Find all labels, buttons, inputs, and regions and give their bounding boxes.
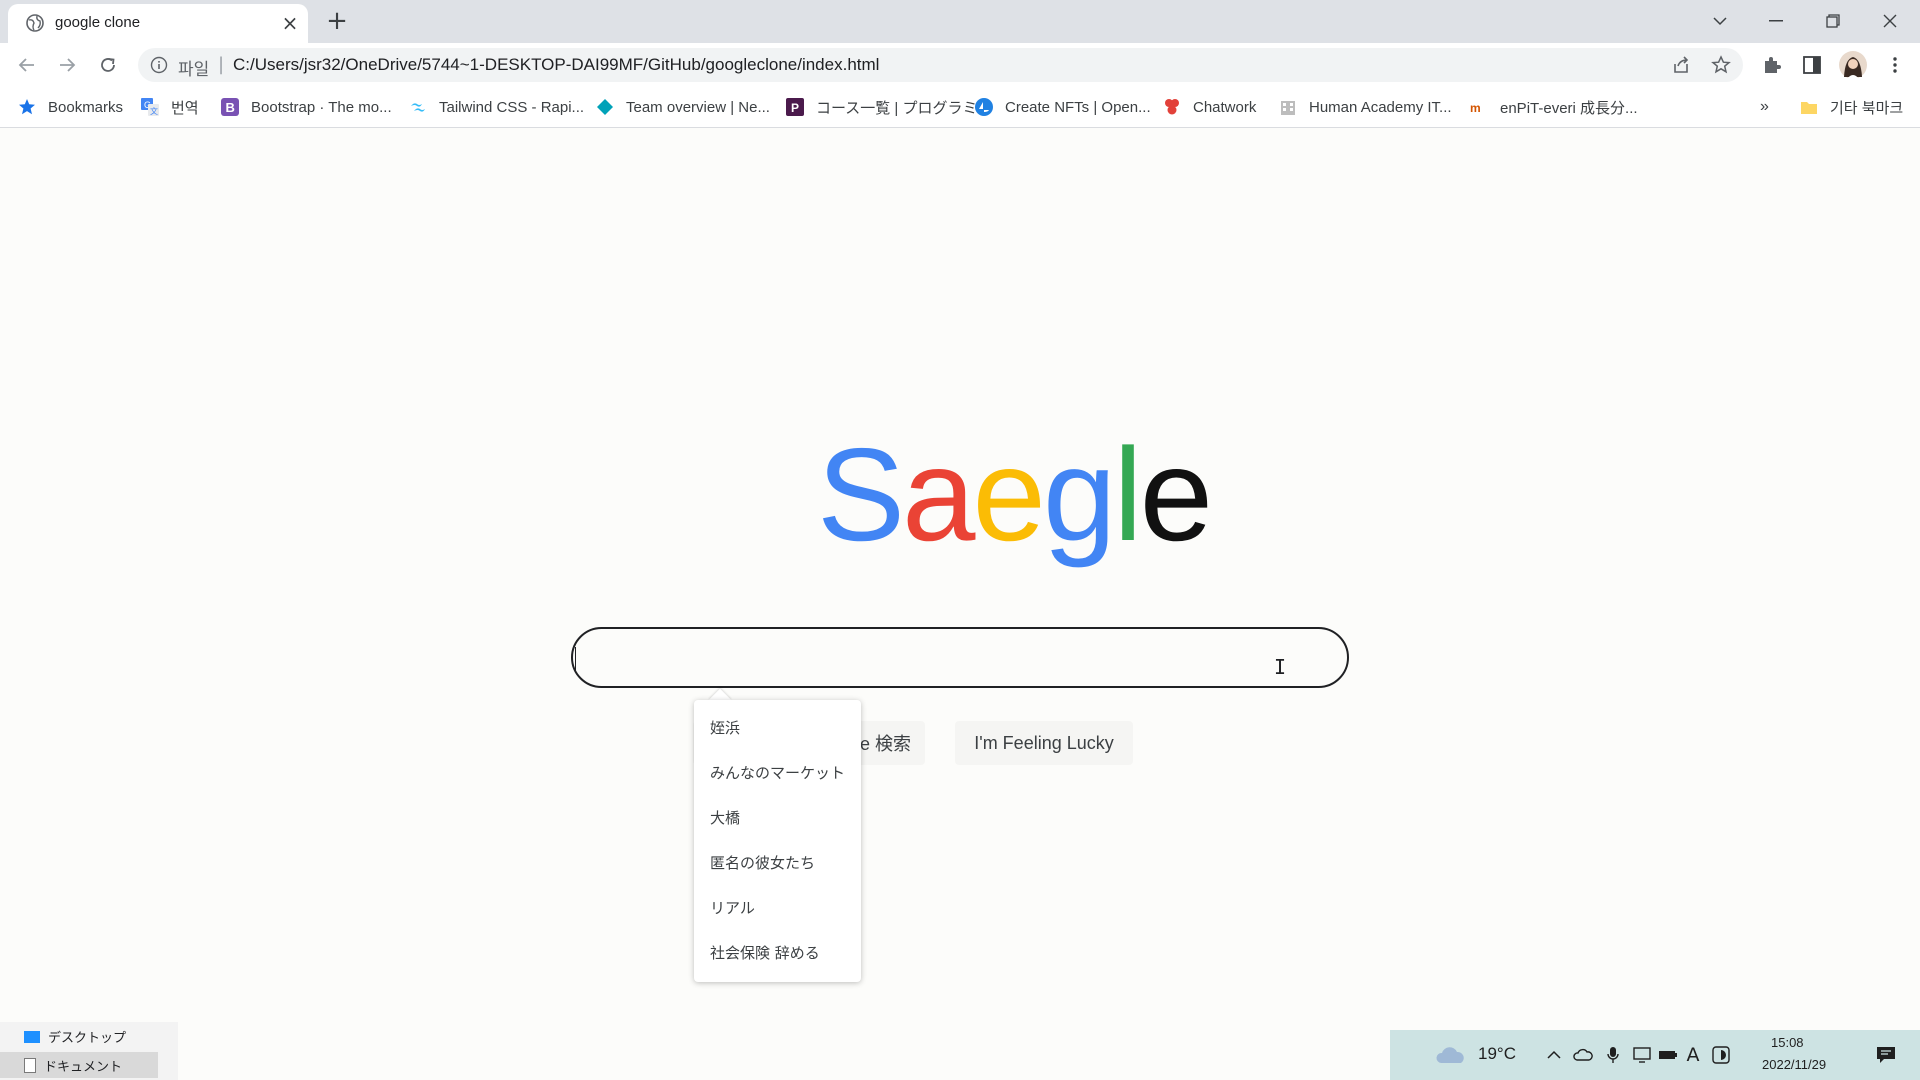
- ibeam-cursor-icon: I: [1274, 655, 1287, 679]
- bookmark-item[interactable]: P コース一覧 | プログラミ...: [786, 94, 990, 120]
- onedrive-icon[interactable]: [1573, 1045, 1593, 1065]
- new-tab-icon[interactable]: +: [323, 8, 351, 36]
- chatwork-icon: [1165, 99, 1179, 115]
- ime-suggestion-item[interactable]: みんなのマーケット: [710, 762, 845, 783]
- bookmark-item[interactable]: Team overview | Ne...: [596, 94, 770, 120]
- folder-icon: [1801, 102, 1817, 114]
- back-icon[interactable]: [13, 51, 41, 79]
- share-icon[interactable]: [1668, 52, 1694, 78]
- clock-time[interactable]: 15:08: [1771, 1035, 1804, 1050]
- microphone-icon[interactable]: [1603, 1045, 1623, 1065]
- tab-close-icon[interactable]: ×: [279, 12, 301, 34]
- logo-letter: S: [817, 421, 905, 568]
- documents-folder-item[interactable]: ドキュメント: [0, 1052, 158, 1078]
- search-input[interactable]: [571, 627, 1349, 688]
- bookmark-item[interactable]: G文 번역: [141, 94, 199, 120]
- forward-icon[interactable]: [53, 51, 81, 79]
- display-icon[interactable]: [1632, 1045, 1652, 1065]
- profile-avatar[interactable]: [1838, 50, 1868, 80]
- tab-search-icon[interactable]: [1700, 6, 1740, 36]
- ime-suggestion-list: 姪浜 みんなのマーケット 大橋 匿名の彼女たち リアル 社会保険 辞める: [694, 700, 861, 982]
- browser-toolbar: 파일 | C:/Users/jsr32/OneDrive/5744~1-DESK…: [0, 43, 1920, 86]
- url-separator: |: [218, 54, 225, 75]
- browser-tab[interactable]: google clone ×: [8, 4, 308, 43]
- ime-suggestion-item[interactable]: 匿名の彼女たち: [710, 852, 815, 873]
- site-logo: Saegle: [817, 420, 1213, 570]
- url-text[interactable]: C:/Users/jsr32/OneDrive/5744~1-DESKTOP-D…: [233, 55, 879, 75]
- ime-suggestion-item[interactable]: 大橋: [710, 807, 740, 828]
- close-window-icon[interactable]: [1870, 6, 1910, 36]
- restore-icon[interactable]: [1813, 6, 1853, 36]
- ime-mode-indicator[interactable]: A: [1683, 1044, 1703, 1066]
- other-bookmarks[interactable]: 기타 북마크: [1800, 94, 1903, 120]
- star-icon: [19, 99, 35, 115]
- opensea-icon: [975, 98, 993, 116]
- bookmark-item[interactable]: Create NFTs | Open...: [975, 94, 1151, 120]
- desktop-icon: [24, 1030, 40, 1043]
- chevron-up-icon[interactable]: [1544, 1045, 1564, 1065]
- minimize-icon[interactable]: [1756, 6, 1796, 36]
- logo-letter: g: [1042, 421, 1116, 568]
- ime-suggestion-item[interactable]: 社会保険 辞める: [710, 942, 820, 963]
- bookmark-item[interactable]: B Bootstrap · The mo...: [221, 94, 392, 120]
- reload-icon[interactable]: [94, 51, 122, 79]
- svg-text:文: 文: [150, 106, 158, 116]
- bookmark-star-icon[interactable]: [1708, 52, 1734, 78]
- enpit-icon: m: [1470, 101, 1481, 115]
- text-caret: [575, 647, 576, 671]
- bookmark-item[interactable]: Chatwork: [1163, 94, 1256, 120]
- url-scheme-label: 파일: [178, 60, 210, 80]
- extensions-icon[interactable]: [1759, 52, 1785, 78]
- translate-icon: G文: [141, 98, 159, 116]
- feeling-lucky-button[interactable]: I'm Feeling Lucky: [955, 721, 1133, 765]
- logo-letter: a: [902, 421, 975, 568]
- building-icon: [1281, 101, 1295, 115]
- svg-text:m: m: [1470, 101, 1481, 115]
- bookmark-item[interactable]: Bookmarks: [18, 94, 123, 120]
- ime-suggestion-item[interactable]: 姪浜: [710, 717, 740, 738]
- cloud-weather-icon[interactable]: [1434, 1045, 1468, 1065]
- info-icon[interactable]: [150, 56, 168, 74]
- notification-icon[interactable]: [1876, 1045, 1896, 1065]
- side-panel-icon[interactable]: [1799, 52, 1825, 78]
- bookmarks-bar: Bookmarks G文 번역 B Bootstrap · The mo... …: [0, 86, 1920, 128]
- svg-text:B: B: [226, 100, 235, 115]
- address-bar[interactable]: 파일 | C:/Users/jsr32/OneDrive/5744~1-DESK…: [138, 48, 1743, 82]
- weather-temperature[interactable]: 19°C: [1478, 1044, 1516, 1064]
- logo-letter: e: [1139, 421, 1213, 568]
- progate-icon: P: [786, 98, 804, 116]
- ime-suggestion-item[interactable]: リアル: [710, 897, 755, 918]
- tab-strip: google clone × +: [0, 0, 1920, 43]
- logo-letter: l: [1113, 421, 1142, 568]
- battery-icon[interactable]: [1658, 1045, 1678, 1065]
- diamond-icon: [597, 99, 613, 115]
- menu-kebab-icon[interactable]: [1882, 52, 1908, 78]
- clock-date[interactable]: 2022/11/29: [1762, 1057, 1826, 1072]
- file-explorer-fragment: デスクトップ ドキュメント: [0, 1022, 178, 1080]
- bootstrap-icon: B: [221, 98, 239, 116]
- bookmarks-overflow-icon[interactable]: »: [1760, 94, 1769, 120]
- svg-text:P: P: [791, 101, 799, 115]
- bookmark-item[interactable]: Human Academy IT...: [1279, 94, 1452, 120]
- desktop-folder-item[interactable]: デスクトップ: [24, 1027, 126, 1046]
- system-tray: 19°C A 15:08 2022/11/29: [1390, 1030, 1920, 1080]
- logo-letter: e: [972, 421, 1045, 568]
- bookmark-item[interactable]: m enPiT-everi 成長分...: [1470, 94, 1638, 120]
- tailwind-icon: [411, 103, 425, 112]
- ime-toggle-icon[interactable]: [1711, 1045, 1731, 1065]
- bookmark-item[interactable]: Tailwind CSS - Rapi...: [409, 94, 584, 120]
- tab-title: google clone: [55, 14, 141, 31]
- globe-icon: [26, 14, 44, 32]
- document-icon: [24, 1057, 36, 1073]
